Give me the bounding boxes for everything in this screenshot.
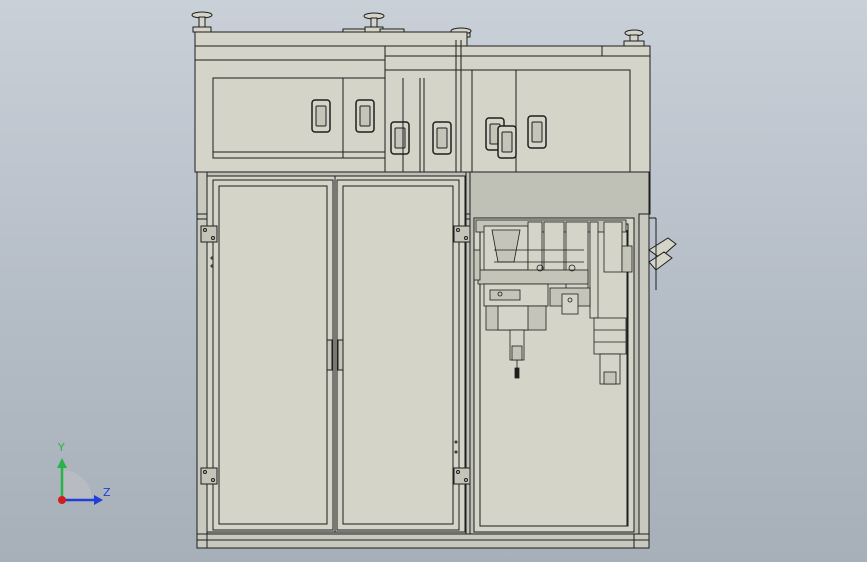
triad-origin	[58, 496, 66, 504]
side-chute	[648, 217, 677, 290]
left-double-doors	[206, 175, 466, 533]
coordinate-triad	[57, 458, 103, 505]
triad-z-label: Z	[103, 486, 111, 499]
machine-drawing	[57, 11, 677, 549]
cad-viewport[interactable]: Y Z	[0, 0, 867, 562]
foot-left	[191, 11, 213, 33]
triad-y-label: Y	[58, 441, 65, 454]
triad-quarter-disc	[62, 470, 92, 500]
triad-y-arrow	[57, 458, 67, 468]
foot-far-right	[623, 29, 645, 47]
triad-z-arrow	[94, 495, 103, 505]
